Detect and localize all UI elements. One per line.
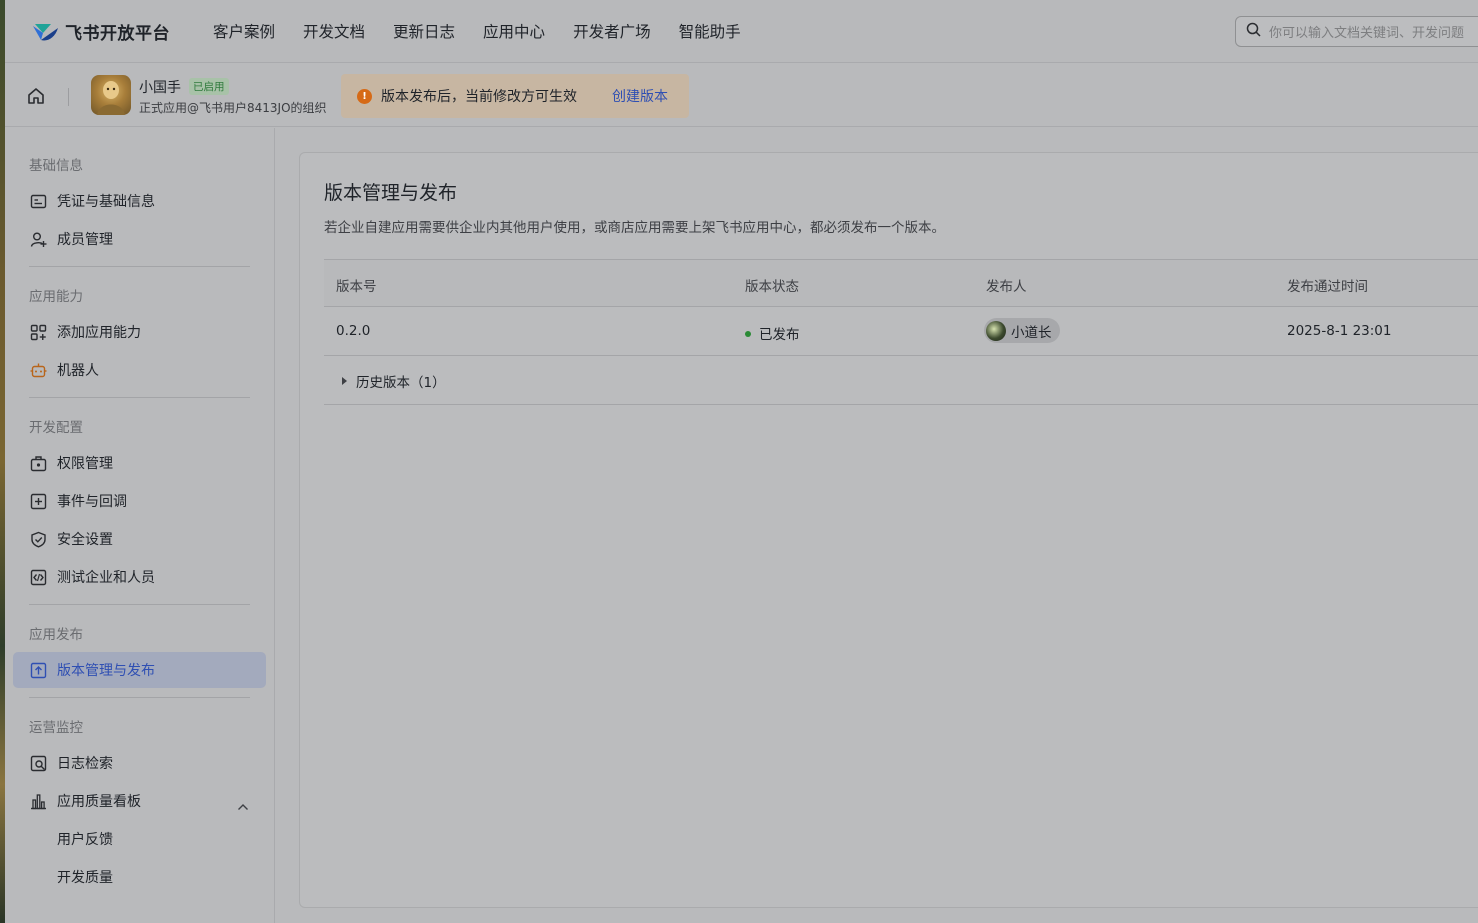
sidebar-item-quality-dashboard[interactable]: 应用质量看板 bbox=[13, 783, 266, 819]
version-number: 0.2.0 bbox=[336, 323, 371, 339]
app-name: 小国手 bbox=[139, 80, 181, 96]
status-text: 已发布 bbox=[759, 327, 800, 343]
sidebar-divider bbox=[29, 397, 250, 398]
publish-notice: ! 版本发布后，当前修改方可生效 创建版本 bbox=[341, 74, 689, 118]
nav-link-app-center[interactable]: 应用中心 bbox=[483, 20, 545, 42]
credential-icon bbox=[30, 193, 47, 210]
header-divider bbox=[68, 88, 69, 106]
sidebar-section-release: 应用发布 bbox=[29, 627, 83, 643]
sidebar-item-label: 凭证与基础信息 bbox=[57, 194, 155, 210]
sidebar-item-security[interactable]: 安全设置 bbox=[13, 521, 266, 557]
status-badge: 已启用 bbox=[189, 78, 229, 95]
bar-chart-icon bbox=[30, 793, 47, 810]
sidebar-item-members[interactable]: 成员管理 bbox=[13, 221, 266, 257]
create-version-link[interactable]: 创建版本 bbox=[612, 86, 668, 106]
browser-app: 飞书开放平台 客户案例 开发文档 更新日志 应用中心 开发者广场 智能助手 你可… bbox=[5, 0, 1478, 923]
status-dot bbox=[745, 331, 751, 337]
home-icon[interactable] bbox=[26, 86, 46, 110]
history-label: 历史版本（1） bbox=[356, 375, 446, 391]
sidebar-item-version-release[interactable]: 版本管理与发布 bbox=[13, 652, 266, 688]
sidebar-item-add-capability[interactable]: 添加应用能力 bbox=[13, 314, 266, 350]
apps-add-icon bbox=[30, 324, 47, 341]
log-search-icon bbox=[30, 755, 47, 772]
sidebar-item-label: 日志检索 bbox=[57, 756, 113, 772]
sidebar-divider bbox=[29, 266, 250, 267]
version-table: 版本号 版本状态 发布人 发布通过时间 0.2.0 已发布 小道长 2025-8… bbox=[324, 259, 1478, 405]
event-icon bbox=[30, 493, 47, 510]
table-header: 版本号 版本状态 发布人 发布通过时间 bbox=[324, 259, 1478, 307]
sidebar-item-credentials[interactable]: 凭证与基础信息 bbox=[13, 183, 266, 219]
chevron-up-icon[interactable] bbox=[237, 796, 249, 815]
nav-link-cases[interactable]: 客户案例 bbox=[213, 20, 275, 42]
nav-links: 客户案例 开发文档 更新日志 应用中心 开发者广场 智能助手 bbox=[213, 20, 769, 42]
sidebar-item-label: 机器人 bbox=[57, 363, 99, 379]
code-icon bbox=[30, 569, 47, 586]
table-row[interactable]: 0.2.0 已发布 小道长 2025-8-1 23:01 bbox=[324, 307, 1478, 356]
sidebar-item-label: 应用质量看板 bbox=[57, 794, 141, 810]
sidebar-item-robot[interactable]: 机器人 bbox=[13, 352, 266, 388]
sidebar-item-log-search[interactable]: 日志检索 bbox=[13, 745, 266, 781]
search-icon bbox=[1246, 22, 1261, 41]
sidebar-item-label: 测试企业和人员 bbox=[57, 570, 155, 586]
brand-name: 飞书开放平台 bbox=[65, 24, 170, 44]
nav-link-developer-square[interactable]: 开发者广场 bbox=[573, 20, 651, 42]
sidebar-item-test-tenants[interactable]: 测试企业和人员 bbox=[13, 559, 266, 595]
page-title: 版本管理与发布 bbox=[324, 182, 458, 204]
sidebar-section-monitoring: 运营监控 bbox=[29, 720, 83, 736]
version-card: 版本管理与发布 若企业自建应用需要供企业内其他用户使用，或商店应用需要上架飞书应… bbox=[299, 152, 1478, 908]
shield-icon bbox=[30, 531, 47, 548]
sidebar-item-label: 安全设置 bbox=[57, 532, 113, 548]
sidebar-item-label: 成员管理 bbox=[57, 232, 113, 248]
history-toggle-row[interactable]: 历史版本（1） bbox=[324, 356, 1478, 405]
upload-icon bbox=[30, 662, 47, 679]
sidebar-divider bbox=[29, 697, 250, 698]
app-subtitle: 正式应用@飞书用户8413JO的组织 bbox=[139, 101, 327, 115]
sidebar-item-label: 添加应用能力 bbox=[57, 325, 141, 341]
feishu-logo-icon bbox=[31, 20, 59, 44]
column-header-status: 版本状态 bbox=[745, 279, 799, 295]
warning-icon: ! bbox=[357, 88, 372, 104]
sidebar-section-capabilities: 应用能力 bbox=[29, 289, 83, 305]
publish-time: 2025-8-1 23:01 bbox=[1287, 323, 1392, 339]
sidebar-item-label: 用户反馈 bbox=[57, 832, 113, 848]
publisher-name: 小道长 bbox=[1011, 324, 1052, 341]
sidebar-divider bbox=[29, 604, 250, 605]
add-member-icon bbox=[30, 231, 47, 248]
sidebar-item-label: 开发质量 bbox=[57, 870, 113, 886]
brand-logo[interactable]: 飞书开放平台 bbox=[31, 19, 170, 44]
page-description: 若企业自建应用需要供企业内其他用户使用，或商店应用需要上架飞书应用中心，都必须发… bbox=[324, 220, 945, 236]
column-header-publisher: 发布人 bbox=[986, 279, 1027, 295]
permission-icon bbox=[30, 455, 47, 472]
top-navigation: 飞书开放平台 客户案例 开发文档 更新日志 应用中心 开发者广场 智能助手 你可… bbox=[5, 0, 1478, 63]
search-input[interactable]: 你可以输入文档关键词、开发问题 bbox=[1235, 16, 1478, 47]
publisher-chip[interactable]: 小道长 bbox=[984, 318, 1060, 343]
column-header-time: 发布通过时间 bbox=[1287, 279, 1368, 295]
sidebar-section-dev-config: 开发配置 bbox=[29, 420, 83, 436]
sidebar-item-dev-quality[interactable]: 开发质量 bbox=[13, 859, 266, 895]
column-header-version: 版本号 bbox=[336, 279, 377, 295]
app-avatar[interactable] bbox=[91, 75, 131, 115]
history-toggle[interactable]: 历史版本（1） bbox=[342, 371, 446, 391]
robot-icon bbox=[30, 362, 47, 379]
nav-link-changelog[interactable]: 更新日志 bbox=[393, 20, 455, 42]
sidebar-section-basic: 基础信息 bbox=[29, 158, 83, 174]
notice-text: 版本发布后，当前修改方可生效 bbox=[381, 89, 577, 105]
sidebar-item-label: 版本管理与发布 bbox=[57, 663, 155, 679]
nav-link-assistant[interactable]: 智能助手 bbox=[679, 20, 741, 42]
sidebar-item-events[interactable]: 事件与回调 bbox=[13, 483, 266, 519]
caret-right-icon bbox=[342, 377, 347, 385]
sidebar-item-label: 事件与回调 bbox=[57, 494, 127, 510]
app-header: 小国手 已启用 正式应用@飞书用户8413JO的组织 ! 版本发布后，当前修改方… bbox=[5, 64, 1478, 127]
sidebar-item-permissions[interactable]: 权限管理 bbox=[13, 445, 266, 481]
version-status: 已发布 bbox=[745, 323, 800, 343]
avatar bbox=[986, 320, 1006, 341]
nav-link-docs[interactable]: 开发文档 bbox=[303, 20, 365, 42]
search-placeholder: 你可以输入文档关键词、开发问题 bbox=[1269, 26, 1465, 41]
sidebar-item-user-feedback[interactable]: 用户反馈 bbox=[13, 821, 266, 857]
sidebar: 基础信息 凭证与基础信息 成员管理 应用能力 添加应用能力 机器人 开发配置 权… bbox=[5, 128, 275, 923]
sidebar-item-label: 权限管理 bbox=[57, 456, 113, 472]
